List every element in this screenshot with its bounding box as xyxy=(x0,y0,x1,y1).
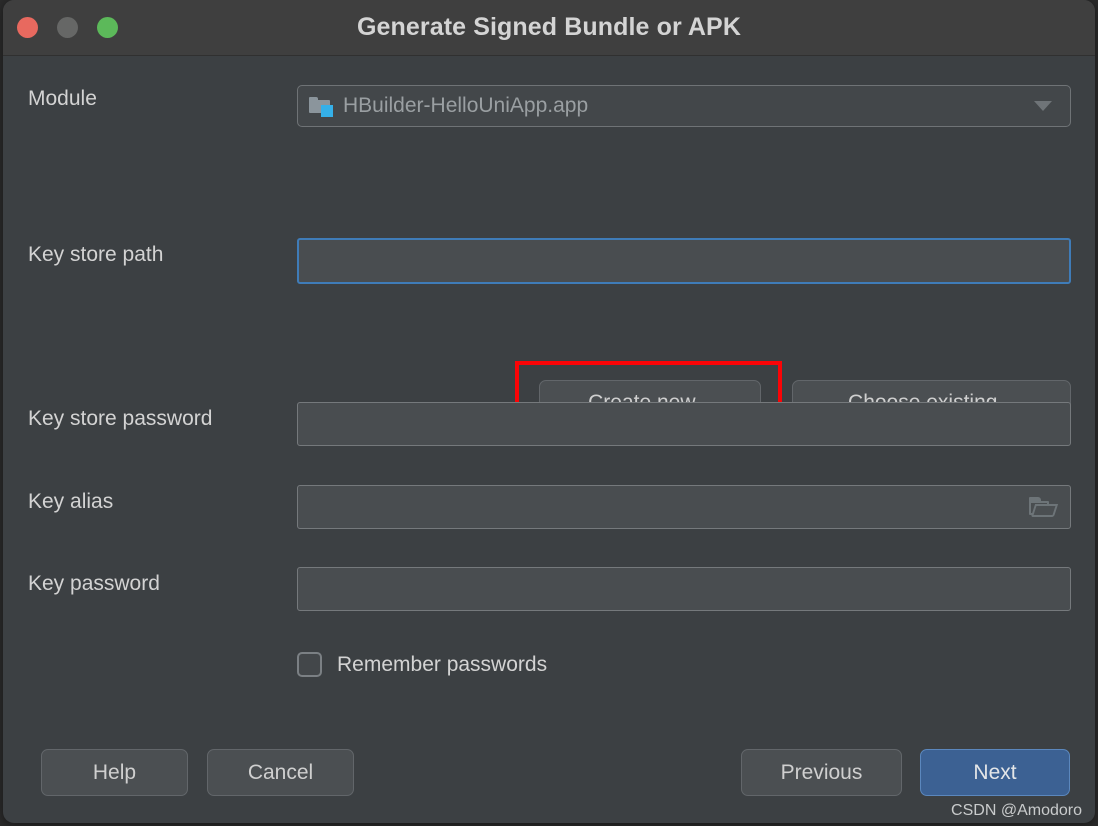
dialog-window: Generate Signed Bundle or APK Module HBu… xyxy=(3,0,1095,823)
watermark-text: CSDN @Amodoro xyxy=(951,802,1082,819)
maximize-window-button[interactable] xyxy=(97,17,118,38)
key-password-field[interactable] xyxy=(298,568,1070,610)
module-combobox[interactable]: HBuilder-HelloUniApp.app xyxy=(297,85,1071,127)
key-password-label: Key password xyxy=(28,572,160,595)
minimize-window-button[interactable] xyxy=(57,17,78,38)
key-store-path-field[interactable] xyxy=(299,240,1069,282)
module-selected-value: HBuilder-HelloUniApp.app xyxy=(343,94,589,117)
title-bar: Generate Signed Bundle or APK xyxy=(3,0,1095,56)
key-store-password-label: Key store password xyxy=(28,407,213,430)
dialog-body: Module HBuilder-HelloUniApp.app Key stor… xyxy=(3,56,1095,823)
key-alias-field[interactable] xyxy=(298,486,1020,528)
key-store-password-input[interactable] xyxy=(297,402,1071,446)
folder-open-icon[interactable] xyxy=(1029,497,1059,517)
module-folder-icon xyxy=(309,96,333,117)
remember-passwords-checkbox[interactable] xyxy=(297,652,322,677)
remember-passwords-label: Remember passwords xyxy=(337,652,548,676)
remember-passwords-row[interactable]: Remember passwords xyxy=(297,652,547,677)
key-store-password-field[interactable] xyxy=(298,403,1070,445)
key-password-input[interactable] xyxy=(297,567,1071,611)
cancel-button[interactable]: Cancel xyxy=(207,749,354,796)
chevron-down-icon[interactable] xyxy=(1034,101,1052,111)
key-alias-input[interactable] xyxy=(297,485,1071,529)
key-alias-label: Key alias xyxy=(28,490,114,513)
window-title: Generate Signed Bundle or APK xyxy=(357,13,741,41)
next-button[interactable]: Next xyxy=(920,749,1070,796)
key-store-path-input[interactable] xyxy=(297,238,1071,284)
module-label: Module xyxy=(28,87,97,110)
key-store-path-label: Key store path xyxy=(28,243,164,266)
help-button[interactable]: Help xyxy=(41,749,188,796)
close-window-button[interactable] xyxy=(17,17,38,38)
window-controls xyxy=(17,17,118,38)
previous-button[interactable]: Previous xyxy=(741,749,902,796)
